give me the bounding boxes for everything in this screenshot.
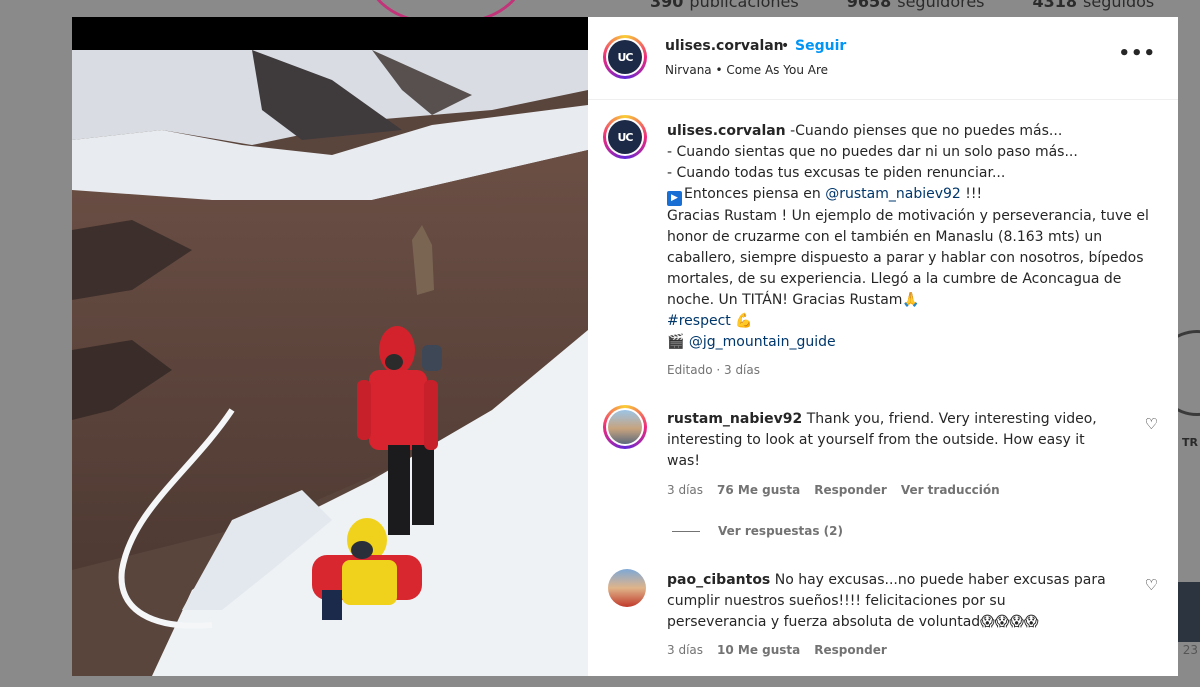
stat-posts: 390 publicaciones bbox=[650, 0, 799, 11]
comment: rustam_nabiev92 Thank you, friend. Very … bbox=[667, 411, 1097, 469]
comment-meta: 3 días 76 Me gusta Responder Ver traducc… bbox=[667, 483, 1000, 497]
view-replies-button[interactable]: Ver respuestas (2) bbox=[672, 524, 843, 538]
audio-attribution[interactable]: Nirvana • Come As You Are bbox=[665, 63, 828, 77]
hashtag-link[interactable]: #respect bbox=[667, 313, 731, 329]
post-video[interactable] bbox=[72, 17, 588, 676]
translate-button[interactable]: Ver traducción bbox=[901, 483, 1000, 497]
post-modal: UC ulises.corvalan • Seguir Nirvana • Co… bbox=[72, 17, 1178, 687]
like-comment-icon[interactable]: ♡ bbox=[1145, 576, 1158, 594]
caption-author-avatar[interactable]: UC bbox=[603, 115, 647, 159]
author-username[interactable]: ulises.corvalan bbox=[665, 38, 784, 54]
comment-username[interactable]: pao_cibantos bbox=[667, 572, 770, 588]
comment-meta: 3 días 10 Me gusta Responder bbox=[667, 643, 887, 657]
separator-dot: • bbox=[781, 38, 790, 54]
like-comment-icon[interactable]: ♡ bbox=[1145, 415, 1158, 433]
post-header: UC ulises.corvalan • Seguir Nirvana • Co… bbox=[588, 17, 1178, 100]
background-profile-stats: 390 publicaciones 9658 seguidores 4318 segu… bbox=[650, 0, 1154, 11]
author-avatar[interactable]: UC bbox=[603, 35, 647, 79]
post-details-panel: UC ulises.corvalan • Seguir Nirvana • Co… bbox=[588, 17, 1178, 676]
reply-button[interactable]: Responder bbox=[814, 643, 887, 657]
clapperboard-icon: 🎬 bbox=[667, 334, 685, 350]
comment-likes[interactable]: 76 Me gusta bbox=[717, 483, 800, 497]
mention-link[interactable]: @rustam_nabiev92 bbox=[825, 186, 961, 202]
play-button-icon: ▶ bbox=[667, 191, 682, 206]
edited-timestamp: Editado · 3 días bbox=[667, 363, 760, 377]
background-number: 23 bbox=[1182, 643, 1198, 657]
comment: pao_cibantos No hay excusas...no puede h… bbox=[667, 572, 1106, 630]
credit-mention-link[interactable]: @jg_mountain_guide bbox=[689, 334, 836, 350]
background-post-thumbnail bbox=[1178, 582, 1200, 642]
flexed-biceps-icon: 💪 bbox=[735, 313, 753, 329]
commenter-avatar[interactable] bbox=[603, 405, 647, 449]
comment-time[interactable]: 3 días bbox=[667, 483, 703, 497]
comment-time[interactable]: 3 días bbox=[667, 643, 703, 657]
replies-divider bbox=[672, 530, 700, 532]
comment-likes[interactable]: 10 Me gusta bbox=[717, 643, 800, 657]
background-highlight-label: TR bbox=[1182, 436, 1198, 449]
comment-username[interactable]: rustam_nabiev92 bbox=[667, 411, 802, 427]
follow-button[interactable]: Seguir bbox=[795, 38, 846, 54]
stat-following: 4318 seguidos bbox=[1032, 0, 1155, 11]
reply-button[interactable]: Responder bbox=[814, 483, 887, 497]
more-options-icon[interactable]: ••• bbox=[1118, 43, 1156, 64]
stat-followers: 9658 seguidores bbox=[846, 0, 985, 11]
mountain-scene-image bbox=[72, 50, 588, 676]
caption-username[interactable]: ulises.corvalan bbox=[667, 123, 786, 139]
post-caption: ulises.corvalan -Cuando pienses que no p… bbox=[667, 123, 1149, 350]
commenter-avatar[interactable] bbox=[608, 569, 646, 607]
